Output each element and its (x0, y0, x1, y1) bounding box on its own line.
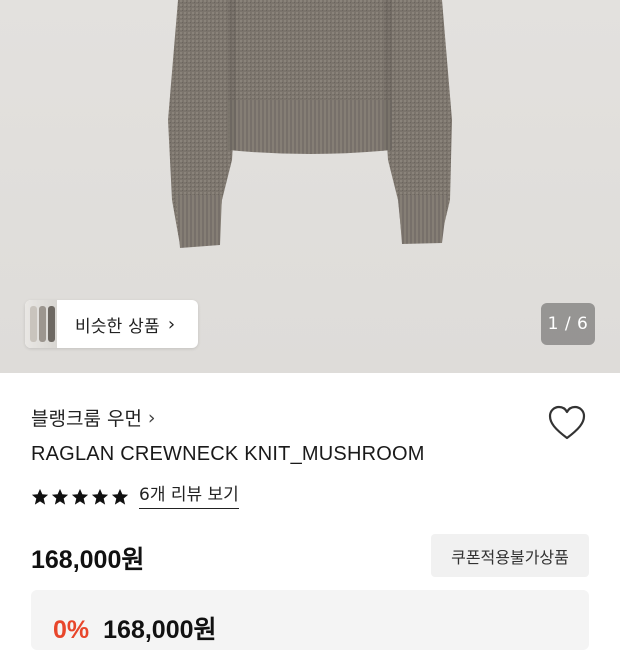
similar-products-label: 비슷한 상품 (75, 316, 160, 337)
product-image-gallery[interactable]: 비슷한 상품 › 1 / 6 (0, 0, 620, 373)
star-icon (31, 488, 49, 505)
brand-link[interactable]: 블랭크룸 우먼 › (31, 404, 156, 431)
chevron-right-icon: › (167, 313, 176, 335)
star-icon (51, 488, 69, 505)
rating-row: 6개 리뷰 보기 (31, 484, 239, 509)
star-icon (111, 488, 129, 505)
product-price: 168,000원 (31, 546, 145, 574)
similar-products-thumbnail (25, 300, 57, 348)
product-title: RAGLAN CREWNECK KNIT_MUSHROOM (31, 443, 425, 465)
rating-stars (31, 488, 129, 506)
star-icon (91, 488, 109, 505)
similar-products-button[interactable]: 비슷한 상품 › (25, 300, 198, 348)
view-reviews-link[interactable]: 6개 리뷰 보기 (139, 484, 239, 509)
chevron-right-icon: › (147, 406, 156, 429)
discount-rate: 0% (53, 616, 90, 644)
star-icon (71, 488, 89, 505)
discount-price-box: 0% 168,000원 (31, 590, 589, 650)
coupon-unavailable-badge: 쿠폰적용불가상품 (431, 534, 589, 577)
image-counter: 1 / 6 (541, 303, 595, 345)
heart-outline-icon[interactable] (547, 404, 587, 442)
brand-name: 블랭크룸 우먼 (31, 408, 142, 430)
discounted-price: 168,000원 (103, 616, 217, 644)
